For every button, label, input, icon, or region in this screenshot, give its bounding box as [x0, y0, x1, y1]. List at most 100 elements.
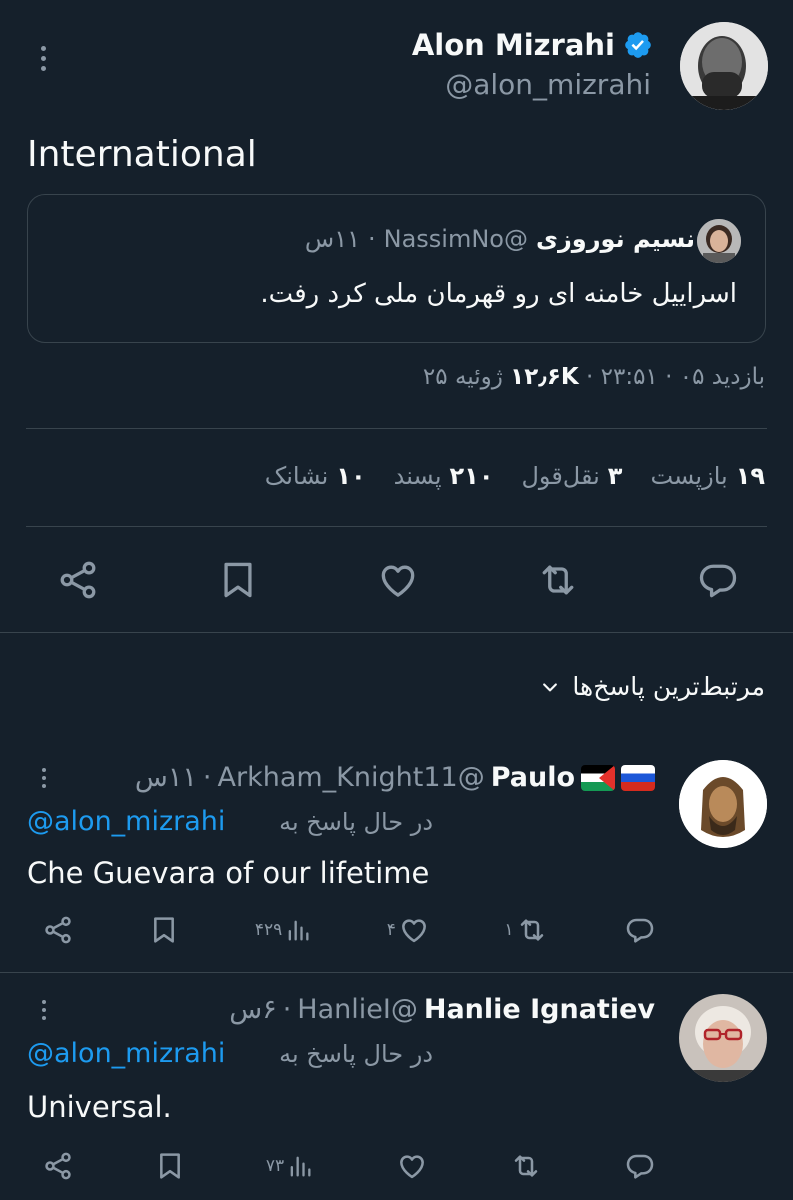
reply-author-handle[interactable]: @Arkham_Knight11	[218, 762, 485, 793]
like-button[interactable]	[376, 558, 420, 602]
reply-time: ۱۱س	[134, 762, 197, 793]
reply-text: Universal.	[27, 1090, 172, 1124]
quoted-header: نسیم نوروزی @NassimNo · ۱۱س	[305, 225, 695, 253]
post-meta: بازدید ۱۲٫۶K · ۲۳:۵۱ · ۰۵ ژوئیه ۲۵	[423, 364, 765, 390]
verified-badge-icon	[625, 32, 651, 58]
sort-label: مرتبط‌ترین پاسخ‌ها	[572, 672, 765, 701]
more-icon	[40, 46, 46, 51]
more-icon-dot	[42, 1008, 46, 1012]
reply-like-count: ۴	[386, 920, 396, 940]
bookmark-button[interactable]	[216, 558, 260, 602]
stat-reposts-value: ۱۹	[735, 462, 765, 490]
reply-separator: ·	[282, 994, 292, 1025]
replying-to-handle[interactable]: @alon_mizrahi	[27, 1038, 225, 1069]
post-time: ۲۳:۵۱	[600, 364, 658, 390]
reply-reply-button[interactable]	[622, 1150, 656, 1182]
share-icon	[45, 916, 71, 944]
author-name-row[interactable]: Alon Mizrahi	[412, 28, 653, 62]
stat-likes[interactable]: ۲۱۰پسند	[394, 462, 494, 490]
stat-bookmarks[interactable]: ۱۰نشانک	[265, 462, 366, 490]
divider	[26, 428, 767, 429]
chevron-down-icon	[543, 682, 558, 691]
quoted-avatar	[697, 219, 741, 263]
post-text: International	[27, 134, 257, 175]
reply-more-button[interactable]	[32, 1000, 56, 1020]
reply-views-count: ۷۳	[265, 1156, 285, 1176]
divider	[26, 526, 767, 527]
more-icon-dot	[42, 1016, 46, 1020]
stat-likes-label: پسند	[393, 462, 442, 490]
bookmark-icon	[224, 562, 252, 598]
post-action-bar	[56, 558, 740, 602]
flag-russia	[621, 764, 655, 791]
more-icon	[42, 1000, 46, 1004]
like-icon	[401, 919, 426, 943]
stat-quotes[interactable]: ۳نقل‌قول	[521, 462, 622, 490]
reply-author-name[interactable]: Paulo	[491, 762, 575, 793]
reply-avatar[interactable]	[679, 760, 767, 848]
reply-action-bar: ۷۳	[42, 1150, 656, 1182]
reply-header: Hanlie Ignatiev @HanlieI · ۶س	[229, 994, 655, 1025]
share-button[interactable]	[56, 558, 100, 602]
author-handle[interactable]: @alon_mizrahi	[445, 68, 651, 101]
reply-reply-button[interactable]	[622, 914, 656, 946]
like-icon	[381, 565, 415, 597]
reply-button[interactable]	[696, 558, 740, 602]
reply-icon	[626, 918, 654, 943]
replying-to-line: در حال پاسخ به	[279, 1040, 433, 1068]
reply-avatar[interactable]	[679, 994, 767, 1082]
retweet-button[interactable]	[536, 558, 580, 602]
reply-retweet-button[interactable]	[508, 1150, 542, 1182]
reply-retweet-button[interactable]: ۱	[504, 914, 547, 946]
reply-bookmark-button[interactable]	[154, 1150, 186, 1182]
views-label: بازدید	[711, 364, 765, 390]
flag-palestine	[581, 764, 615, 791]
reply-share-button[interactable]	[42, 1150, 74, 1182]
bookmark-icon	[154, 917, 175, 943]
post-stats: ۱۹بازپست ۳نقل‌قول ۲۱۰پسند ۱۰نشانک	[265, 462, 765, 490]
more-icon-dot	[40, 66, 46, 71]
reply-author-handle[interactable]: @HanlieI	[297, 994, 418, 1025]
reply-share-button[interactable]	[42, 914, 74, 946]
divider	[0, 632, 793, 633]
more-icon	[42, 768, 46, 772]
retweet-icon	[542, 565, 574, 595]
post-more-button[interactable]	[31, 46, 55, 71]
views-icon	[288, 920, 309, 941]
reply-views[interactable]: ۷۳	[266, 1152, 314, 1180]
divider	[0, 972, 793, 973]
reply-views-count: ۴۲۹	[254, 920, 283, 940]
reply-views[interactable]: ۴۲۹	[255, 916, 312, 944]
stat-quotes-label: نقل‌قول	[521, 462, 600, 490]
reply-like-button[interactable]: ۴	[387, 914, 430, 946]
quoted-separator: ·	[367, 225, 376, 253]
author-name[interactable]: Alon Mizrahi	[412, 28, 615, 62]
reply-author-name[interactable]: Hanlie Ignatiev	[424, 994, 655, 1025]
replying-to-handle[interactable]: @alon_mizrahi	[27, 806, 225, 837]
stat-reposts-label: بازپست	[650, 462, 728, 490]
share-icon	[45, 1152, 71, 1180]
stat-bookmarks-value: ۱۰	[336, 462, 366, 490]
reply-text: Che Guevara of our lifetime	[27, 856, 430, 890]
author-avatar[interactable]	[680, 22, 768, 110]
replies-sort-selector[interactable]: مرتبط‌ترین پاسخ‌ها	[540, 672, 765, 701]
retweet-icon	[520, 919, 543, 941]
views-icon	[290, 1156, 311, 1177]
share-icon	[60, 561, 96, 599]
stat-bookmarks-label: نشانک	[264, 462, 329, 490]
reply-icon	[699, 564, 737, 598]
retweet-icon	[514, 1155, 538, 1177]
reply-header: Paulo @Arkham_Knight11 · ۱۱س	[135, 762, 655, 793]
reply-bookmark-button[interactable]	[148, 914, 180, 946]
stat-reposts[interactable]: ۱۹بازپست	[650, 462, 765, 490]
reply-action-bar: ۴۲۹ ۴ ۱	[42, 914, 656, 946]
stat-quotes-value: ۳	[607, 462, 623, 490]
quoted-post[interactable]: نسیم نوروزی @NassimNo · ۱۱س اسراییل خامن…	[27, 194, 766, 343]
reply-time: ۶س	[229, 994, 277, 1025]
reply-like-button[interactable]	[394, 1150, 428, 1182]
more-icon-dot	[40, 56, 46, 61]
more-icon-dot	[42, 776, 46, 780]
reply-more-button[interactable]	[32, 768, 56, 788]
like-icon	[400, 1155, 425, 1179]
replying-label: در حال پاسخ به	[279, 808, 433, 836]
